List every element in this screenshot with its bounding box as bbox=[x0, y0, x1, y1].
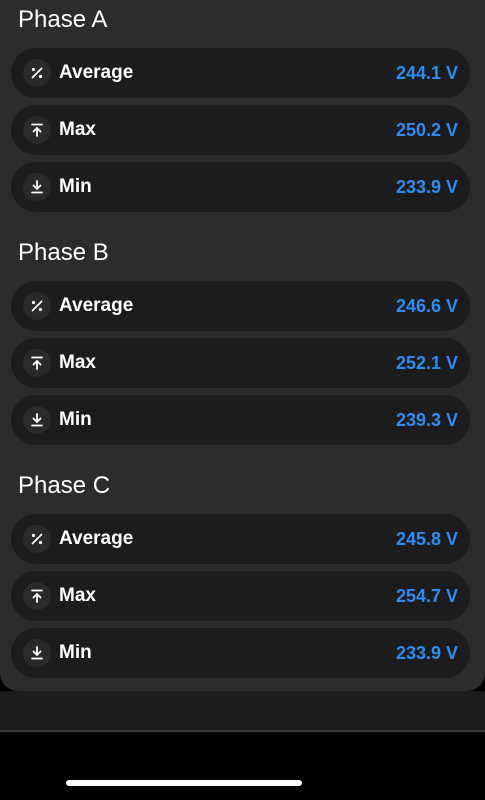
phase-a-min-row[interactable]: Min 233.9 V bbox=[11, 162, 470, 212]
arrow-up-bar-icon bbox=[23, 582, 51, 610]
row-label: Max bbox=[59, 585, 96, 606]
row-value: 233.9 V bbox=[395, 177, 458, 197]
phase-c-average-row[interactable]: Average 245.8 V bbox=[11, 514, 470, 564]
row-value: 246.6 V bbox=[395, 296, 458, 316]
row-label: Min bbox=[59, 409, 92, 430]
percent-icon bbox=[23, 59, 51, 87]
arrow-up-bar-icon bbox=[23, 349, 51, 377]
percent-icon bbox=[23, 525, 51, 553]
phase-b-title: Phase B bbox=[18, 239, 109, 266]
arrow-down-bar-icon bbox=[23, 406, 51, 434]
background-sheet bbox=[0, 691, 485, 731]
row-label: Max bbox=[59, 119, 96, 140]
divider bbox=[0, 730, 485, 732]
arrow-up-bar-icon bbox=[23, 116, 51, 144]
row-label: Min bbox=[59, 176, 92, 197]
home-indicator[interactable] bbox=[66, 780, 302, 786]
phase-a-average-row[interactable]: Average 244.1 V bbox=[11, 48, 470, 98]
row-value: 245.8 V bbox=[395, 529, 458, 549]
phase-a-max-row[interactable]: Max 250.2 V bbox=[11, 105, 470, 155]
phase-c-min-row[interactable]: Min 233.9 V bbox=[11, 628, 470, 678]
phase-c-max-row[interactable]: Max 254.7 V bbox=[11, 571, 470, 621]
phase-a-title: Phase A bbox=[18, 6, 108, 33]
row-label: Average bbox=[59, 528, 134, 549]
row-value: 252.1 V bbox=[395, 353, 458, 373]
row-value: 250.2 V bbox=[395, 120, 458, 140]
arrow-down-bar-icon bbox=[23, 173, 51, 201]
row-value: 239.3 V bbox=[395, 410, 458, 430]
arrow-down-bar-icon bbox=[23, 639, 51, 667]
percent-icon bbox=[23, 292, 51, 320]
row-value: 254.7 V bbox=[395, 586, 458, 606]
phase-c-title: Phase C bbox=[18, 472, 111, 499]
phase-b-average-row[interactable]: Average 246.6 V bbox=[11, 281, 470, 331]
phase-b-max-row[interactable]: Max 252.1 V bbox=[11, 338, 470, 388]
phase-b-min-row[interactable]: Min 239.3 V bbox=[11, 395, 470, 445]
row-label: Min bbox=[59, 642, 92, 663]
row-label: Average bbox=[59, 295, 134, 316]
row-value: 244.1 V bbox=[395, 63, 458, 83]
row-value: 233.9 V bbox=[395, 643, 458, 663]
row-label: Average bbox=[59, 62, 134, 83]
voltage-stats-card: Phase A Average 244.1 V Max 250.2 V Min … bbox=[0, 0, 485, 691]
row-label: Max bbox=[59, 352, 96, 373]
